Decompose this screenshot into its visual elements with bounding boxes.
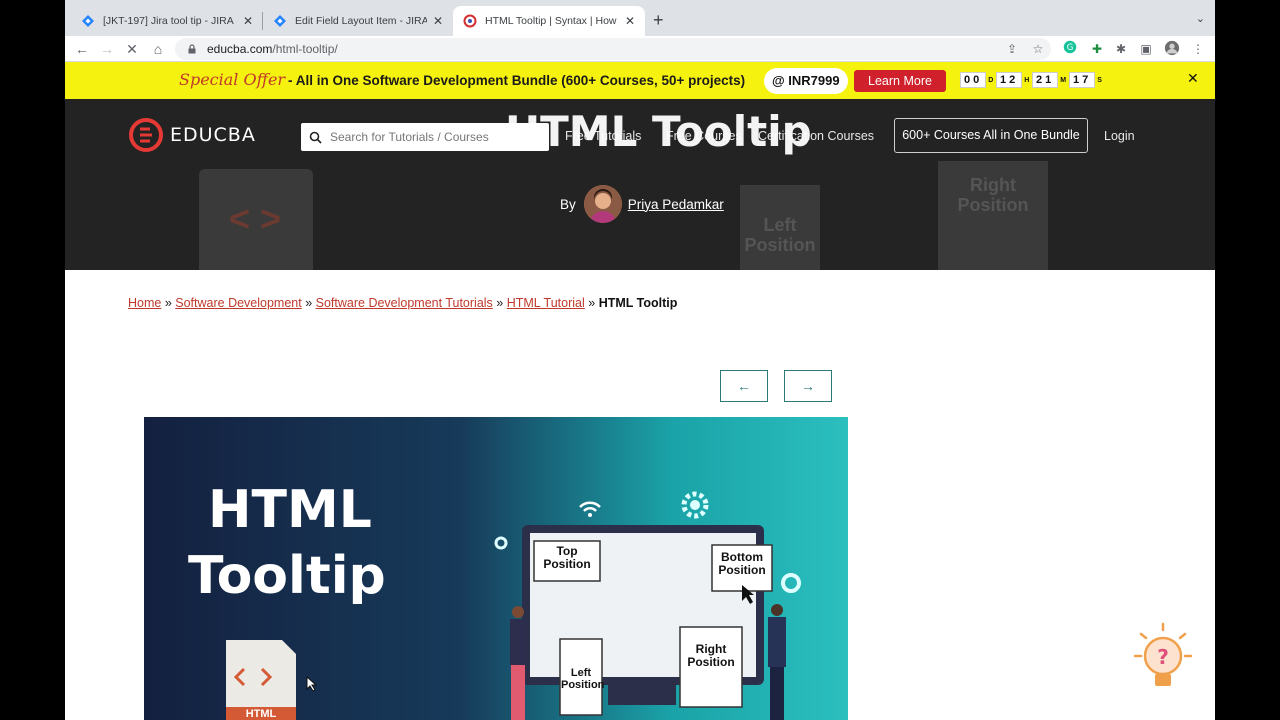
login-link[interactable]: Login: [1104, 129, 1135, 143]
bg-left-position: Left Position: [744, 215, 816, 255]
tab-title: HTML Tooltip | Syntax | How to: [485, 15, 619, 27]
close-tab-icon[interactable]: ✕: [243, 14, 253, 28]
by-label: By: [560, 196, 576, 212]
svg-text:G: G: [1067, 43, 1074, 53]
offer-banner: Special Offer - All in One Software Deve…: [65, 62, 1215, 99]
previous-article-button[interactable]: ←: [720, 370, 768, 402]
bg-right-position: Right Position: [957, 175, 1029, 215]
banner-html-badge: HTML: [245, 708, 277, 720]
jira-icon: [274, 15, 286, 27]
bg-code-icon: < >: [228, 198, 282, 239]
tab-html-tooltip[interactable]: HTML Tooltip | Syntax | How to ✕: [453, 6, 645, 36]
share-icon[interactable]: ⇪: [1003, 40, 1021, 58]
arrow-right-icon: →: [801, 378, 815, 394]
educba-favicon-icon: [463, 14, 477, 28]
close-tab-icon[interactable]: ✕: [433, 14, 443, 28]
svg-text:?: ?: [1157, 645, 1169, 669]
breadcrumb-sep: »: [305, 296, 313, 310]
tab-title: [JKT-197] Jira tool tip - JIRA: [103, 15, 234, 27]
breadcrumb-sep: »: [496, 296, 504, 310]
breadcrumb-current: HTML Tooltip: [598, 296, 678, 310]
banner-right-position: Right Position: [687, 642, 735, 669]
offer-description: - All in One Software Development Bundle…: [288, 73, 746, 88]
author-link[interactable]: Priya Pedamkar: [628, 197, 724, 212]
lock-icon: [188, 44, 196, 54]
browser-window: [JKT-197] Jira tool tip - JIRA ✕ Edit Fi…: [65, 0, 1215, 720]
search-icon: [309, 131, 322, 144]
help-lightbulb-icon[interactable]: ?: [1131, 620, 1195, 692]
logo-text: EDUCBA: [170, 124, 256, 146]
new-tab-icon[interactable]: +: [653, 10, 664, 31]
bookmark-star-icon[interactable]: ☆: [1029, 40, 1047, 58]
educba-logo[interactable]: EDUCBA: [128, 117, 256, 153]
banner-title-line1: HTML: [208, 480, 372, 540]
breadcrumb: Home » Software Development » Software D…: [128, 296, 677, 310]
countdown-minutes: 21 M: [1032, 72, 1066, 88]
next-article-button[interactable]: →: [784, 370, 832, 402]
learn-more-button[interactable]: Learn More: [854, 70, 946, 92]
author-avatar: [583, 185, 622, 223]
breadcrumb-sep: »: [588, 296, 596, 310]
browser-menu-icon[interactable]: ⋮: [1189, 40, 1207, 58]
countdown-seconds: 17 S: [1069, 72, 1102, 88]
breadcrumb-sep: »: [164, 296, 172, 310]
bundle-button[interactable]: 600+ Courses All in One Bundle: [894, 118, 1088, 153]
letterbox-right: [1215, 0, 1280, 720]
breadcrumb-software-development-tutorials[interactable]: Software Development Tutorials: [316, 296, 493, 310]
banner-title-line2: Tooltip: [188, 546, 386, 606]
tab-strip: [JKT-197] Jira tool tip - JIRA ✕ Edit Fi…: [65, 0, 1215, 36]
browser-toolbar: ← → ✕ ⌂ educba.com/html-tooltip/ ⇪ ☆ G ✚…: [65, 36, 1215, 62]
home-icon[interactable]: ⌂: [148, 39, 168, 59]
url-domain: educba.com: [207, 42, 273, 56]
banner-title: HTML Tooltip: [188, 477, 386, 609]
search-placeholder: Search for Tutorials / Courses: [330, 130, 489, 144]
tab-edit-field[interactable]: Edit Field Layout Item - JIRA ✕: [263, 6, 453, 36]
extension-plus-icon[interactable]: ✚: [1088, 40, 1106, 58]
stop-loading-icon[interactable]: ✕: [122, 39, 142, 59]
close-tab-icon[interactable]: ✕: [625, 14, 635, 28]
article-feature-image: HTML Tooltip Top Position Bottom Positio…: [144, 417, 848, 720]
banner-bottom-position: Bottom Position: [718, 550, 766, 577]
breadcrumb-home[interactable]: Home: [128, 296, 161, 310]
mouse-cursor-icon: [306, 676, 318, 692]
offer-price: @ INR7999: [764, 68, 848, 94]
tab-jira-tooltip[interactable]: [JKT-197] Jira tool tip - JIRA ✕: [71, 6, 263, 36]
banner-left-position: Left Position: [561, 667, 605, 691]
close-offer-icon[interactable]: ✕: [1187, 70, 1199, 87]
author-byline: By Priya Pedamkar: [560, 185, 724, 223]
address-bar[interactable]: educba.com/html-tooltip/: [175, 38, 1051, 60]
page-title: HTML Tooltip: [505, 107, 812, 156]
back-icon[interactable]: ←: [72, 39, 92, 59]
countdown-days: 00 D: [960, 72, 993, 88]
tab-title: Edit Field Layout Item - JIRA: [295, 15, 427, 27]
forward-icon[interactable]: →: [97, 39, 117, 59]
countdown-hours: 12 H: [996, 72, 1029, 88]
extensions-puzzle-icon[interactable]: ✱: [1112, 40, 1130, 58]
side-panel-icon[interactable]: ▣: [1137, 40, 1155, 58]
breadcrumb-software-development[interactable]: Software Development: [175, 296, 301, 310]
chevron-down-icon[interactable]: ⌄: [1196, 12, 1205, 25]
educba-logo-icon: [129, 118, 163, 152]
banner-top-position: Top Position: [543, 544, 591, 571]
url-path: /html-tooltip/: [272, 42, 338, 56]
jira-icon: [82, 15, 94, 27]
hero-header: < > Left Position Right Position EDUCBA …: [65, 99, 1215, 270]
breadcrumb-html-tutorial[interactable]: HTML Tutorial: [507, 296, 585, 310]
special-offer-label: Special Offer: [179, 70, 286, 89]
profile-avatar[interactable]: [1163, 40, 1181, 58]
grammarly-icon[interactable]: G: [1061, 40, 1079, 58]
letterbox-left: [0, 0, 65, 720]
arrow-left-icon: ←: [737, 378, 751, 394]
